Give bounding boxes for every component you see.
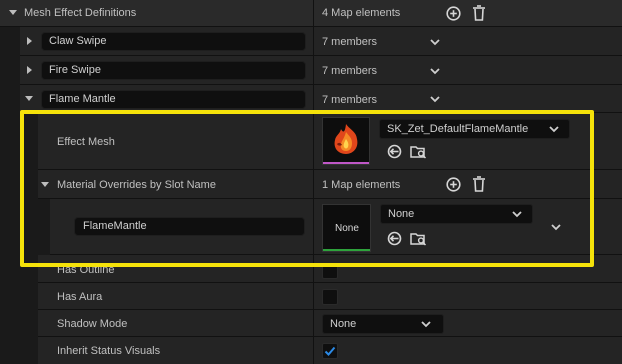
map-key-field[interactable]: Fire Swipe	[41, 61, 306, 80]
collapse-arrow-icon[interactable]	[9, 10, 17, 15]
trash-icon[interactable]	[472, 176, 486, 192]
map-entry-row: Flame Mantle 7 members	[0, 85, 622, 113]
map-entry-row: Claw Swipe 7 members	[0, 27, 622, 56]
material-overrides-row: Material Overrides by Slot Name 1 Map el…	[0, 170, 622, 199]
members-count: 7 members	[322, 65, 378, 77]
chevron-down-icon[interactable]	[549, 220, 563, 234]
add-element-icon[interactable]	[446, 6, 461, 21]
effect-mesh-row: Effect Mesh SK_Zet_DefaultFlameMantle	[0, 113, 622, 170]
material-overrides-label: Material Overrides by Slot Name	[57, 179, 216, 191]
flame-mantle-preview-icon	[334, 124, 358, 154]
mesh-thumbnail[interactable]	[322, 117, 370, 165]
chevron-down-icon	[512, 211, 522, 218]
effect-mesh-asset-picker[interactable]: SK_Zet_DefaultFlameMantle	[379, 119, 570, 139]
has-outline-row: Has Outline	[0, 255, 622, 283]
map-key-field[interactable]: Flame Mantle	[41, 90, 306, 109]
mesh-effect-definitions-row: Mesh Effect Definitions 4 Map elements	[0, 0, 622, 27]
browse-asset-icon[interactable]	[410, 231, 427, 246]
members-count: 7 members	[322, 36, 378, 48]
members-count: 7 members	[322, 94, 378, 106]
map-entry-row: Fire Swipe 7 members	[0, 56, 622, 85]
map-element-count: 4 Map elements	[322, 7, 401, 19]
shadow-mode-row: Shadow Mode None	[0, 310, 622, 337]
thumbnail-none-label: None	[335, 223, 359, 234]
has-outline-label: Has Outline	[57, 264, 115, 276]
chevron-down-icon[interactable]	[428, 64, 442, 78]
material-asset-name: None	[388, 208, 415, 220]
chevron-down-icon	[421, 321, 431, 328]
material-thumbnail[interactable]: None	[322, 204, 371, 252]
add-element-icon[interactable]	[446, 177, 461, 192]
inherit-status-checkbox[interactable]	[322, 343, 338, 359]
expand-arrow-icon[interactable]	[27, 66, 32, 74]
has-aura-checkbox[interactable]	[322, 289, 338, 305]
effect-mesh-asset-name: SK_Zet_DefaultFlameMantle	[387, 123, 529, 135]
shadow-mode-dropdown[interactable]: None	[322, 314, 444, 334]
has-aura-label: Has Aura	[57, 291, 103, 303]
collapse-arrow-icon[interactable]	[41, 182, 49, 187]
material-asset-picker[interactable]: None	[380, 204, 533, 224]
inherit-status-label: Inherit Status Visuals	[57, 345, 161, 357]
checkmark-icon	[324, 346, 336, 356]
collapse-arrow-icon[interactable]	[25, 96, 33, 101]
slot-name-field[interactable]: FlameMantle	[74, 217, 305, 236]
chevron-down-icon[interactable]	[428, 35, 442, 49]
has-aura-row: Has Aura	[0, 283, 622, 310]
trash-icon[interactable]	[472, 5, 486, 21]
asset-type-color-bar	[323, 162, 369, 164]
use-selected-asset-icon[interactable]	[387, 144, 402, 159]
inherit-status-row: Inherit Status Visuals	[0, 337, 622, 364]
map-element-count: 1 Map elements	[322, 179, 401, 191]
browse-asset-icon[interactable]	[410, 144, 427, 159]
expand-arrow-icon[interactable]	[27, 37, 32, 45]
chevron-down-icon[interactable]	[428, 92, 442, 106]
map-key-field[interactable]: Claw Swipe	[41, 32, 306, 51]
effect-mesh-label: Effect Mesh	[57, 136, 115, 148]
shadow-mode-value: None	[330, 318, 357, 330]
asset-type-color-bar	[323, 249, 370, 251]
shadow-mode-label: Shadow Mode	[57, 318, 128, 330]
material-slot-row: FlameMantle None None	[0, 199, 622, 255]
use-selected-asset-icon[interactable]	[387, 231, 402, 246]
has-outline-checkbox[interactable]	[322, 263, 338, 279]
property-label: Mesh Effect Definitions	[24, 7, 137, 19]
chevron-down-icon	[549, 126, 559, 133]
